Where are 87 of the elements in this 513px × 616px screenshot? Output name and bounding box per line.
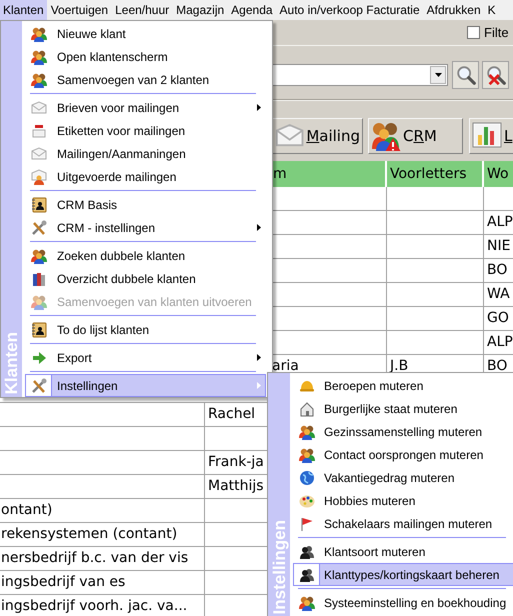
clear-search-button[interactable] [482,61,509,89]
menu-item[interactable]: Samenvoegen van 2 klanten [25,68,266,91]
menu-bar-item[interactable]: Magazijn [173,0,228,20]
menu-item[interactable]: Brieven voor mailingen [25,96,266,119]
menu-item[interactable]: Nieuwe klant [25,22,266,45]
menu-item[interactable]: Zoeken dubbele klanten [25,244,266,267]
filter-label: Filte [484,24,510,42]
column-header[interactable]: Voorletters [387,161,484,187]
menu-item[interactable]: Open klantenscherm [25,45,266,68]
clear-search-icon [484,64,506,86]
envelope-icon [31,146,47,162]
people-icon [299,594,315,610]
menu-item[interactable]: Instellingen [25,374,266,397]
people-icon [31,26,47,42]
menu-item[interactable]: Burgerlijke staat muteren [293,397,513,420]
person-icon [298,566,314,582]
table-cell-text: NIE [487,237,510,256]
flag-icon [299,516,315,532]
menu-bar-item[interactable]: Afdrukken [424,0,484,20]
menu-side-title: Instellingen [270,520,288,614]
people-icon [31,72,47,88]
people-icon [31,294,47,310]
menu-item[interactable]: Overzicht dubbele klanten [25,267,266,290]
table-cell-text: ingsbedrijf voorh. jac. va... [1,597,188,616]
menu-item[interactable]: Export [25,346,266,369]
menu-bar-item[interactable]: Voertuigen [48,0,112,20]
table-cell-text: BO [487,357,508,376]
menu-item[interactable]: Klanttypes/kortingskaart beheren [293,563,513,586]
table-cell-text: rekensystemen (contant) [1,525,178,544]
menu-side-title: Klanten [3,332,20,394]
table-cell-text: Matthijs [208,477,264,496]
table-cell-text: GO [487,309,509,328]
menu-item[interactable]: Systeeminstelling en boekhouding [293,591,513,614]
menu-item[interactable]: Vakantiegedrag muteren [293,466,513,489]
tools-icon [31,220,47,236]
people-icon [31,48,47,64]
menu-bar-item[interactable]: Klanten [0,0,47,20]
search-icon [454,64,476,86]
table-cell-text: J.B [390,357,408,376]
people-warning-icon [371,121,401,151]
envelope-people-icon [31,168,47,184]
books-icon [31,270,47,286]
menu-bar-item[interactable]: K [484,0,499,20]
palette-icon [299,492,315,508]
menu-item[interactable]: To do lijst klanten [25,318,266,341]
column-header[interactable]: Wo [484,161,513,187]
people-icon [299,446,315,462]
dropdown-button[interactable] [430,66,446,84]
menu-bar-item[interactable]: Auto in/verkoop Facturatie [276,0,423,20]
table-cell-text: nersbedrijf b.c. van der vis [1,549,188,568]
table-cell-text: BO [487,261,508,280]
menu-item[interactable]: Contact oorsprongen muteren [293,443,513,466]
table-cell-text: aria [272,357,299,376]
menu-bar-item[interactable]: Leen/huur [112,0,172,20]
toolbar-button[interactable]: L [469,118,513,154]
contact-card-icon [31,322,47,338]
menu-item[interactable]: Klantsoort muteren [293,540,513,563]
people-icon [31,248,47,264]
label-icon [31,122,47,138]
toolbar-button[interactable]: CRM [368,118,463,154]
filter-checkbox[interactable] [467,26,480,39]
table-cell-text: Rachel [208,405,256,424]
envelope-icon [31,100,47,116]
table-cell-text: Frank-ja [208,453,264,472]
menu-item[interactable]: CRM Basis [25,193,266,216]
person-icon [299,544,315,560]
menu-bar-item[interactable]: Agenda [228,0,276,20]
people-icon [299,424,315,440]
search-button[interactable] [452,61,479,89]
table-cell-text: ALP [487,333,513,352]
arrow-icon [31,350,47,366]
menu-item[interactable]: Schakelaars mailingen muteren [293,512,513,535]
menu-item[interactable]: CRM - instellingen [25,216,266,239]
tools-icon [30,378,46,394]
contact-card-icon [31,196,47,212]
table-cell-text: ontant) [1,501,52,520]
menu-item[interactable]: Hobbies muteren [293,489,513,512]
toolbar-button[interactable]: Mailing [272,118,363,154]
table-cell-text: WA [487,285,510,304]
menu-item[interactable]: Beroepen muteren [293,374,513,397]
house-icon [299,400,315,416]
caret-icon [434,73,442,77]
globe-icon [299,470,315,486]
menu-item[interactable]: Gezinssamenstelling muteren [293,420,513,443]
menu-item[interactable]: Etiketten voor mailingen [25,119,266,142]
table-cell-text: ALP [487,213,513,232]
table-cell-text: ingsbedrijf van es [1,573,126,592]
